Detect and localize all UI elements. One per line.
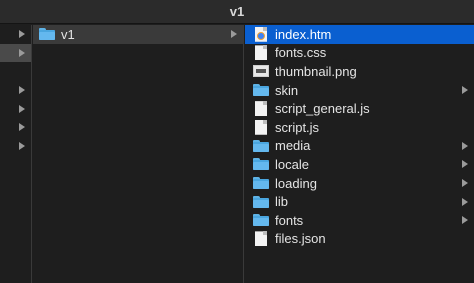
chevron-right-icon — [462, 197, 468, 206]
parent-row[interactable] — [0, 25, 31, 44]
parent-row[interactable] — [0, 43, 31, 63]
document-icon — [255, 231, 267, 247]
item-label: thumbnail.png — [275, 63, 357, 79]
chevron-right-icon — [19, 104, 25, 113]
parent-row[interactable] — [0, 174, 31, 193]
folder-icon — [39, 28, 55, 41]
window-title: v1 — [229, 4, 245, 19]
chevron-right-icon — [19, 48, 25, 57]
parent-row[interactable] — [0, 99, 31, 118]
parent-row[interactable] — [0, 155, 31, 174]
parent-row[interactable] — [0, 81, 31, 100]
contents-column[interactable]: index.htm fonts.css thumbnail.png skin scrip… — [245, 25, 474, 283]
html-file-icon — [255, 26, 267, 42]
folder-icon — [253, 177, 269, 190]
folder-item[interactable]: v1 — [33, 25, 243, 44]
folder-item[interactable]: skin — [245, 81, 474, 100]
parent-row[interactable] — [0, 62, 31, 81]
image-file-icon — [253, 65, 269, 78]
chevron-right-icon — [19, 30, 25, 39]
file-item[interactable]: script.js — [245, 118, 474, 137]
parent-row[interactable] — [0, 211, 31, 230]
title-bar: v1 — [0, 0, 474, 24]
chevron-right-icon — [231, 30, 237, 39]
folder-icon — [253, 195, 269, 208]
file-item[interactable]: fonts.css — [245, 44, 474, 63]
parent-column[interactable] — [0, 25, 32, 283]
item-label: script_general.js — [275, 101, 370, 117]
column-browser: v1 index.htm fonts.css thumbnail.png skin sc… — [0, 25, 474, 283]
item-label: index.htm — [275, 26, 332, 42]
item-label: loading — [275, 175, 317, 191]
parent-row[interactable] — [0, 192, 31, 211]
parent-row[interactable] — [0, 230, 31, 249]
document-icon — [255, 45, 267, 61]
file-item[interactable]: index.htm — [245, 25, 474, 44]
folder-item[interactable]: fonts — [245, 211, 474, 230]
document-icon — [255, 101, 267, 117]
item-label: skin — [275, 82, 299, 98]
file-item[interactable]: files.json — [245, 230, 474, 249]
item-label: media — [275, 138, 311, 154]
parent-row[interactable] — [0, 118, 31, 137]
parent-row[interactable] — [0, 137, 31, 156]
folder-icon — [253, 84, 269, 97]
folder-column[interactable]: v1 — [33, 25, 244, 283]
file-item[interactable]: thumbnail.png — [245, 62, 474, 81]
item-label: lib — [275, 194, 289, 210]
folder-icon — [253, 214, 269, 227]
folder-item[interactable]: loading — [245, 174, 474, 193]
item-label: files.json — [275, 231, 326, 247]
folder-item[interactable]: media — [245, 137, 474, 156]
item-label: fonts.css — [275, 45, 327, 61]
chevron-right-icon — [462, 160, 468, 169]
item-label: v1 — [61, 26, 75, 42]
folder-icon — [253, 139, 269, 152]
folder-item[interactable]: locale — [245, 155, 474, 174]
folder-item[interactable]: lib — [245, 192, 474, 211]
chevron-right-icon — [19, 86, 25, 95]
chevron-right-icon — [19, 123, 25, 132]
folder-icon — [253, 158, 269, 171]
file-item[interactable]: script_general.js — [245, 99, 474, 118]
chevron-right-icon — [462, 216, 468, 225]
chevron-right-icon — [462, 141, 468, 150]
item-label: locale — [275, 156, 309, 172]
item-label: fonts — [275, 212, 304, 228]
chevron-right-icon — [462, 86, 468, 95]
chevron-right-icon — [19, 141, 25, 150]
document-icon — [255, 119, 267, 135]
item-label: script.js — [275, 119, 320, 135]
chevron-right-icon — [462, 179, 468, 188]
